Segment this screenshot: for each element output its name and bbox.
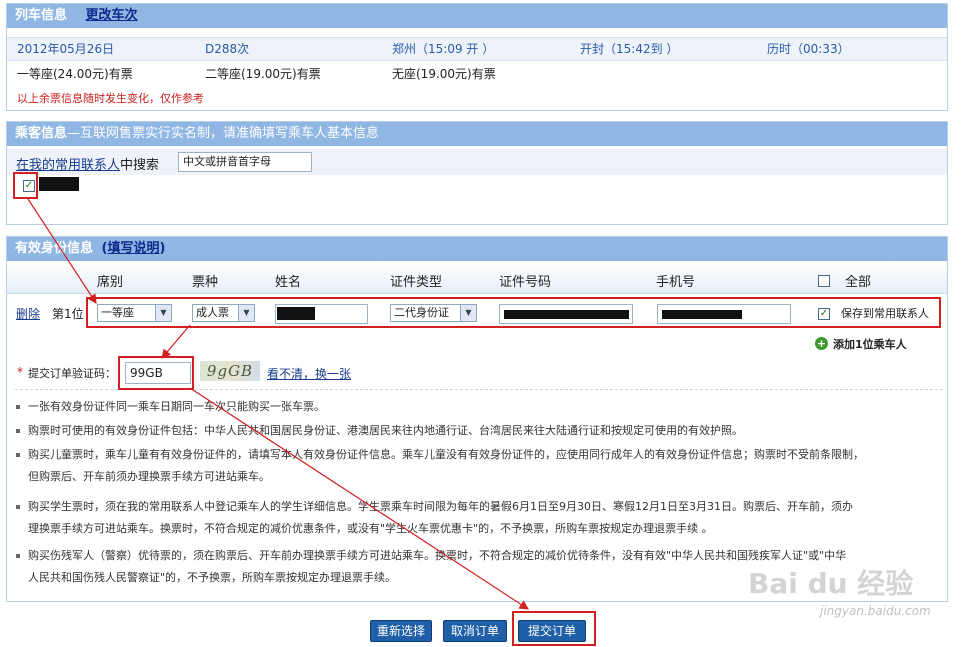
contact-search-input[interactable]: 中文或拼音首字母 (178, 152, 312, 172)
passenger-info-subtitle: —互联网售票实行实名制，请准确填写乘车人基本信息 (67, 126, 380, 141)
annotation-box-checkbox (13, 172, 38, 199)
header-seat: 席别 (97, 275, 124, 290)
train-info-header: 列车信息 更改车次 (7, 4, 947, 28)
fill-instructions-link[interactable]: (填写说明) (102, 241, 166, 256)
train-number: D288次 (205, 42, 250, 56)
seat-no-seat: 无座(19.00元)有票 (392, 67, 496, 81)
note-item: 购票时可使用的有效身份证件包括：中华人民共和国居民身份证、港澳居民来往内地通行证… (16, 420, 936, 442)
train-info-panel: 列车信息 更改车次 2012年05月26日 D288次 郑州（15:09 开 ）… (6, 3, 948, 111)
header-phone: 手机号 (656, 275, 696, 290)
cancel-order-button[interactable]: 取消订单 (443, 620, 507, 642)
train-info-title: 列车信息 (15, 8, 68, 23)
annotation-box-captcha (118, 356, 194, 390)
add-passenger-button[interactable]: 添加1位乘车人 (833, 336, 907, 352)
captcha-refresh-link[interactable]: 看不清，换一张 (267, 365, 351, 382)
note-item: 购买儿童票时，乘车儿童有有效身份证件的，请填写本人有效身份证件信息。乘车儿童没有… (16, 444, 936, 466)
passenger-index: 第1位 (52, 307, 84, 321)
train-arrival: 开封（15:42到 ） (580, 42, 679, 56)
header-all: 全部 (845, 275, 872, 290)
contact-search-label: 在我的常用联系人中搜索 (16, 158, 160, 173)
note-item: 一张有效身份证件同一乘车日期同一车次只能购买一张车票。 (16, 396, 936, 418)
header-id-number: 证件号码 (499, 275, 552, 290)
watermark-url: jingyan.baidu.com (820, 604, 931, 618)
captcha-required-star: * (17, 365, 23, 379)
annotation-box-row (86, 297, 941, 328)
captcha-image[interactable]: 9gGB (200, 361, 260, 381)
header-id-type: 证件类型 (390, 275, 443, 290)
seat-second-class: 二等座(19.00元)有票 (205, 67, 321, 81)
delete-passenger-link[interactable]: 删除 (16, 305, 40, 322)
note-item-continued: 理换票手续方可进站乘车。换票时，不符合规定的减价优惠条件，或没有"学生火车票优惠… (28, 522, 713, 535)
passenger-info-header: 乘客信息—互联网售票实行实名制，请准确填写乘车人基本信息 (7, 122, 947, 146)
contact-name-redacted (39, 177, 79, 191)
id-info-title: 有效身份信息 (15, 241, 94, 256)
availability-warning: 以上余票信息随时发生变化，仅作参考 (17, 92, 204, 105)
passenger-info-title: 乘客信息 (15, 126, 68, 141)
header-ticket-type: 票种 (192, 275, 219, 290)
note-item-continued: 但购票后、开车前须办理换票手续方可进站乘车。 (28, 470, 270, 483)
train-duration: 历时（00:33） (767, 42, 850, 56)
captcha-label: 提交订单验证码： (28, 367, 116, 380)
plus-icon: + (815, 337, 828, 350)
common-contacts-link[interactable]: 在我的常用联系人 (16, 158, 120, 173)
id-info-header: 有效身份信息 (填写说明) (7, 237, 947, 261)
note-item: 购买学生票时，须在我的常用联系人中登记乘车人的学生详细信息。学生票乘车时间限为每… (16, 496, 936, 518)
annotation-box-submit (512, 611, 596, 646)
train-date: 2012年05月26日 (17, 42, 115, 56)
passenger-info-panel: 乘客信息—互联网售票实行实名制，请准确填写乘车人基本信息 在我的常用联系人中搜索… (6, 121, 948, 225)
header-name: 姓名 (275, 275, 302, 290)
seat-first-class: 一等座(24.00元)有票 (17, 67, 133, 81)
id-table-header-row (7, 263, 947, 294)
change-train-link[interactable]: 更改车次 (86, 8, 138, 23)
reselect-button[interactable]: 重新选择 (370, 620, 432, 642)
train-departure: 郑州（15:09 开 ） (392, 42, 495, 56)
watermark-logo: Bai du 经验 (748, 567, 914, 600)
select-all-checkbox[interactable] (818, 275, 830, 287)
